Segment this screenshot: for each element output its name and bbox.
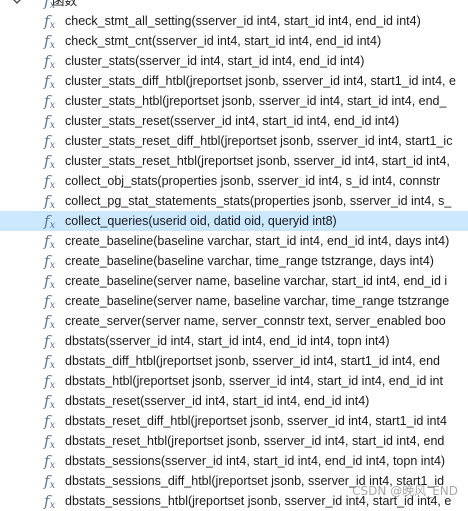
- function-icon: fx: [44, 332, 56, 351]
- function-item[interactable]: fx collect_obj_stats(properties jsonb, s…: [0, 171, 468, 191]
- function-icon: fx: [44, 472, 56, 491]
- tree-folder-functions[interactable]: fx 函数: [0, 0, 468, 11]
- function-item[interactable]: fx cluster_stats_reset_diff_htbl(jreport…: [0, 131, 468, 151]
- function-label: dbstats_htbl(jreportset jsonb, sserver_i…: [65, 374, 443, 388]
- function-item[interactable]: fx cluster_stats_diff_htbl(jreportset js…: [0, 71, 468, 91]
- function-item[interactable]: fx create_baseline(baseline varchar, tim…: [0, 251, 468, 271]
- function-item[interactable]: fx create_server(server name, server_con…: [0, 311, 468, 331]
- function-icon: fx: [44, 272, 56, 291]
- function-item[interactable]: fx dbstats_sessions(sserver_id int4, sta…: [0, 451, 468, 471]
- function-item[interactable]: fx create_baseline(baseline varchar, sta…: [0, 231, 468, 251]
- function-label: cluster_stats_htbl(jreportset jsonb, sse…: [65, 94, 447, 108]
- function-icon: fx: [44, 312, 56, 331]
- function-label: dbstats(sserver_id int4, start_id int4, …: [65, 334, 390, 348]
- function-label: create_baseline(baseline varchar, time_r…: [65, 254, 434, 268]
- function-label: dbstats_reset_htbl(jreportset jsonb, sse…: [65, 434, 445, 448]
- function-label: collect_pg_stat_statements_stats(propert…: [65, 194, 452, 208]
- function-item[interactable]: fx cluster_stats_reset(sserver_id int4, …: [0, 111, 468, 131]
- function-icon: fx: [44, 352, 56, 371]
- function-item[interactable]: fx check_stmt_all_setting(sserver_id int…: [0, 11, 468, 31]
- function-label: create_baseline(baseline varchar, start_…: [65, 234, 450, 248]
- function-item-selected[interactable]: fx collect_queries(userid oid, datid oid…: [0, 211, 468, 231]
- function-label: cluster_stats_diff_htbl(jreportset jsonb…: [65, 74, 456, 88]
- function-icon: fx: [44, 232, 56, 251]
- function-label: cluster_stats_reset_htbl(jreportset json…: [65, 154, 450, 168]
- function-icon: fx: [44, 252, 56, 271]
- function-icon: fx: [44, 152, 56, 171]
- function-icon: fx: [44, 432, 56, 451]
- folder-label: 函数: [52, 0, 78, 8]
- watermark: CSDN @晚风_END: [352, 484, 458, 498]
- function-icon: fx: [44, 92, 56, 111]
- function-label: cluster_stats_reset(sserver_id int4, sta…: [65, 114, 400, 128]
- function-item[interactable]: fx cluster_stats(sserver_id int4, start_…: [0, 51, 468, 71]
- function-label: dbstats_diff_htbl(jreportset jsonb, sser…: [65, 354, 440, 368]
- function-icon: fx: [44, 292, 56, 311]
- function-icon: fx: [44, 112, 56, 131]
- function-label: dbstats_reset_diff_htbl(jreportset jsonb…: [65, 414, 447, 428]
- function-icon: fx: [44, 52, 56, 71]
- function-icon: fx: [44, 72, 56, 91]
- function-icon: fx: [44, 452, 56, 471]
- function-icon: fx: [44, 412, 56, 431]
- function-item[interactable]: fx check_stmt_cnt(sserver_id int4, start…: [0, 31, 468, 51]
- function-item[interactable]: fx create_baseline(server name, baseline…: [0, 271, 468, 291]
- function-item[interactable]: fx dbstats_reset_diff_htbl(jreportset js…: [0, 411, 468, 431]
- function-icon: fx: [44, 372, 56, 391]
- function-label: cluster_stats_reset_diff_htbl(jreportset…: [65, 134, 453, 148]
- function-item[interactable]: fx create_baseline(server name, baseline…: [0, 291, 468, 311]
- function-item[interactable]: fx dbstats_reset(sserver_id int4, start_…: [0, 391, 468, 411]
- function-label: create_baseline(server name, baseline va…: [65, 274, 448, 288]
- function-icon: fx: [44, 32, 56, 51]
- chevron-down-icon[interactable]: [12, 0, 22, 6]
- function-label: dbstats_sessions(sserver_id int4, start_…: [65, 454, 446, 468]
- function-icon: fx: [44, 492, 56, 511]
- function-item[interactable]: fx dbstats_htbl(jreportset jsonb, sserve…: [0, 371, 468, 391]
- function-icon: fx: [44, 172, 56, 191]
- function-icon: fx: [44, 212, 56, 231]
- function-label: collect_queries(userid oid, datid oid, q…: [65, 214, 337, 228]
- function-label: cluster_stats(sserver_id int4, start_id …: [65, 54, 365, 68]
- function-label: create_baseline(server name, baseline va…: [65, 294, 450, 308]
- function-label: check_stmt_cnt(sserver_id int4, start_id…: [65, 34, 382, 48]
- function-item[interactable]: fx dbstats_diff_htbl(jreportset jsonb, s…: [0, 351, 468, 371]
- function-label: collect_obj_stats(properties jsonb, sser…: [65, 174, 441, 188]
- function-icon: fx: [44, 12, 56, 31]
- function-icon: fx: [44, 132, 56, 151]
- function-item[interactable]: fx cluster_stats_htbl(jreportset jsonb, …: [0, 91, 468, 111]
- function-item[interactable]: fx collect_pg_stat_statements_stats(prop…: [0, 191, 468, 211]
- function-label: create_server(server name, server_connst…: [65, 314, 446, 328]
- function-tree: fx 函数 fx check_stmt_all_setting(sserver_…: [0, 0, 468, 511]
- function-icon: fx: [44, 392, 56, 411]
- function-label: dbstats_reset(sserver_id int4, start_id …: [65, 394, 370, 408]
- function-icon: fx: [44, 192, 56, 211]
- function-item[interactable]: fx dbstats_reset_htbl(jreportset jsonb, …: [0, 431, 468, 451]
- function-item[interactable]: fx cluster_stats_reset_htbl(jreportset j…: [0, 151, 468, 171]
- function-label: check_stmt_all_setting(sserver_id int4, …: [65, 14, 421, 28]
- function-item[interactable]: fx dbstats(sserver_id int4, start_id int…: [0, 331, 468, 351]
